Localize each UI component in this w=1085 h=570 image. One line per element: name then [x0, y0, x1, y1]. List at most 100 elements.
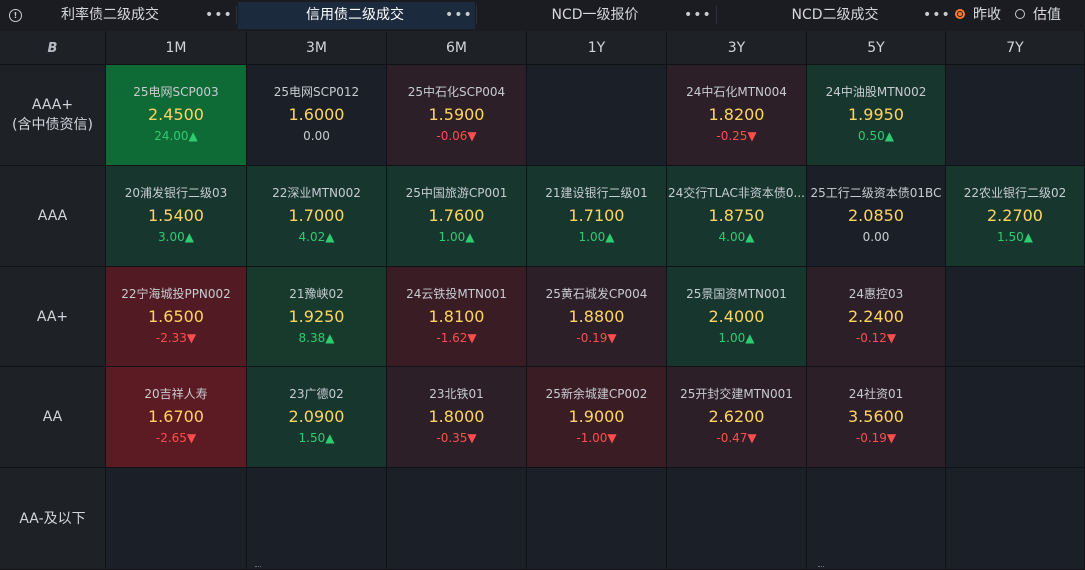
tab-ncd-primary[interactable]: NCD一级报价 ••• — [478, 2, 714, 29]
bond-change: -0.06▼ — [436, 129, 477, 143]
empty-cell — [387, 468, 527, 570]
more-icon[interactable]: ••• — [923, 2, 951, 29]
bond-yield: 1.7100 — [568, 206, 625, 225]
column-header-3y[interactable]: 3Y — [667, 31, 807, 65]
tab-divider — [236, 6, 237, 24]
bond-yield: 1.9950 — [848, 105, 904, 124]
bond-yield: 1.8200 — [708, 105, 765, 124]
bond-yield: 3.5600 — [848, 407, 904, 426]
bond-name: 23广德02 — [289, 387, 344, 401]
bond-name: 25电网SCP012 — [273, 85, 360, 99]
bond-name: 25黄石城发CP004 — [545, 287, 648, 301]
empty-cell — [247, 468, 387, 570]
bond-cell[interactable]: 25景国资MTN001 2.4000 1.00▲ — [667, 267, 807, 367]
bond-cell[interactable]: 20吉祥人寿 1.6700 -2.65▼ — [106, 367, 247, 468]
bond-yield: 2.0900 — [288, 407, 345, 426]
bond-name: 25电网SCP003 — [133, 85, 219, 99]
bond-yield: 2.4000 — [708, 307, 765, 326]
tab-label: 信用债二级成交 — [306, 7, 404, 23]
row-header: AAA+ (含中债资信) — [0, 65, 106, 166]
bond-cell[interactable]: 25电网SCP012 1.6000 0.00 — [247, 65, 387, 166]
bond-cell[interactable]: 24中石化MTN004 1.8200 -0.25▼ — [667, 65, 807, 166]
bond-yield: 1.8100 — [428, 307, 485, 326]
bond-cell[interactable]: 25开封交建MTN001 2.6200 -0.47▼ — [667, 367, 807, 468]
bond-cell[interactable]: 25中国旅游CP001 1.7600 1.00▲ — [387, 166, 527, 267]
bond-yield: 1.8750 — [708, 206, 765, 225]
bond-cell[interactable]: 21建设银行二级01 1.7100 1.00▲ — [527, 166, 667, 267]
bond-cell[interactable]: 21豫峡02 1.9250 8.38▲ — [247, 267, 387, 367]
bond-cell[interactable]: 25黄石城发CP004 1.8800 -0.19▼ — [527, 267, 667, 367]
rating-sublabel: (含中债资信) — [12, 117, 93, 133]
bond-name: 22宁海城投PPN002 — [121, 287, 231, 301]
bond-cell[interactable]: 24中油股MTN002 1.9950 0.50▲ — [807, 65, 946, 166]
bond-name: 21豫峡02 — [289, 287, 344, 301]
bond-cell[interactable]: 25工行二级资本债01BC 2.0850 0.00 — [807, 166, 946, 267]
bond-name: 25工行二级资本债01BC — [810, 186, 942, 200]
more-icon[interactable]: ••• — [445, 2, 473, 29]
column-header-5y[interactable]: 5Y — [807, 31, 946, 65]
tab-label: NCD一级报价 — [551, 7, 639, 23]
empty-cell — [106, 468, 247, 570]
bond-change: -0.19▼ — [855, 431, 897, 445]
row-header: AA-及以下 — [0, 468, 106, 570]
radio-prev-close-label[interactable]: 昨收 — [973, 0, 1001, 31]
row-header: AAA — [0, 166, 106, 267]
radio-valuation[interactable] — [1015, 9, 1025, 19]
bond-name: 24社资01 — [848, 387, 904, 401]
bond-change: 24.00▲ — [154, 129, 198, 143]
bond-cell[interactable]: 25新余城建CP002 1.9000 -1.00▼ — [527, 367, 667, 468]
bond-cell[interactable]: 24社资01 3.5600 -0.19▼ — [807, 367, 946, 468]
more-icon[interactable]: ••• — [205, 2, 233, 29]
bond-change: 1.00▲ — [438, 230, 475, 244]
bond-cell[interactable]: 22农业银行二级02 2.2700 1.50▲ — [946, 166, 1085, 267]
bond-change: -0.35▼ — [436, 431, 477, 445]
corner-header: B — [0, 31, 106, 65]
resize-handle[interactable] — [818, 566, 824, 570]
bond-cell[interactable]: 24交行TLAC非资本债0... 1.8750 4.00▲ — [667, 166, 807, 267]
bond-name: 24云铁投MTN001 — [406, 287, 507, 301]
column-header-7y[interactable]: 7Y — [946, 31, 1085, 65]
empty-cell — [667, 468, 807, 570]
bond-cell[interactable]: 23北铁01 1.8000 -0.35▼ — [387, 367, 527, 468]
tab-label: 利率债二级成交 — [61, 7, 159, 23]
more-icon[interactable]: ••• — [684, 2, 712, 29]
column-header-1m[interactable]: 1M — [106, 31, 247, 65]
bond-cell[interactable]: 22宁海城投PPN002 1.6500 -2.33▼ — [106, 267, 247, 367]
bond-change: 4.00▲ — [718, 230, 755, 244]
bond-name: 22农业银行二级02 — [963, 186, 1067, 200]
bond-yield: 1.8800 — [568, 307, 625, 326]
empty-cell — [946, 267, 1085, 367]
bond-cell[interactable]: 22深业MTN002 1.7000 4.02▲ — [247, 166, 387, 267]
bond-change: 8.38▲ — [298, 331, 335, 345]
bond-cell[interactable]: 25电网SCP003 2.4500 24.00▲ — [106, 65, 247, 166]
bond-change: 0.00 — [862, 230, 890, 244]
bond-yield: 1.9000 — [568, 407, 625, 426]
bond-yield: 2.4500 — [148, 105, 204, 124]
bond-change: 0.50▲ — [858, 129, 894, 143]
bond-cell[interactable]: 20浦发银行二级03 1.5400 3.00▲ — [106, 166, 247, 267]
bond-yield: 1.6500 — [148, 307, 204, 326]
bond-cell[interactable]: 25中石化SCP004 1.5900 -0.06▼ — [387, 65, 527, 166]
bond-cell[interactable]: 24惠控03 2.2400 -0.12▼ — [807, 267, 946, 367]
bond-name: 24交行TLAC非资本债0... — [667, 186, 806, 200]
info-icon[interactable]: ! — [9, 9, 22, 22]
bond-change: 3.00▲ — [158, 230, 194, 244]
radio-prev-close[interactable] — [955, 9, 965, 19]
bond-name: 20浦发银行二级03 — [124, 186, 228, 200]
column-header-6m[interactable]: 6M — [387, 31, 527, 65]
column-header-3m[interactable]: 3M — [247, 31, 387, 65]
tab-rate-bond-secondary[interactable]: 利率债二级成交 ••• — [30, 2, 235, 29]
empty-cell — [946, 65, 1085, 166]
bond-yield: 1.8000 — [428, 407, 485, 426]
column-header-1y[interactable]: 1Y — [527, 31, 667, 65]
bond-cell[interactable]: 23广德02 2.0900 1.50▲ — [247, 367, 387, 468]
resize-handle[interactable] — [255, 566, 261, 570]
bond-cell[interactable]: 24云铁投MTN001 1.8100 -1.62▼ — [387, 267, 527, 367]
bond-change: -0.47▼ — [716, 431, 757, 445]
bond-name: 23北铁01 — [429, 387, 484, 401]
bond-name: 25中国旅游CP001 — [405, 186, 508, 200]
tab-credit-bond-secondary[interactable]: 信用债二级成交 ••• — [238, 2, 475, 29]
radio-valuation-label[interactable]: 估值 — [1033, 0, 1061, 31]
tab-ncd-secondary[interactable]: NCD二级成交 ••• — [718, 2, 951, 29]
rating-label: AAA+ — [31, 97, 74, 113]
